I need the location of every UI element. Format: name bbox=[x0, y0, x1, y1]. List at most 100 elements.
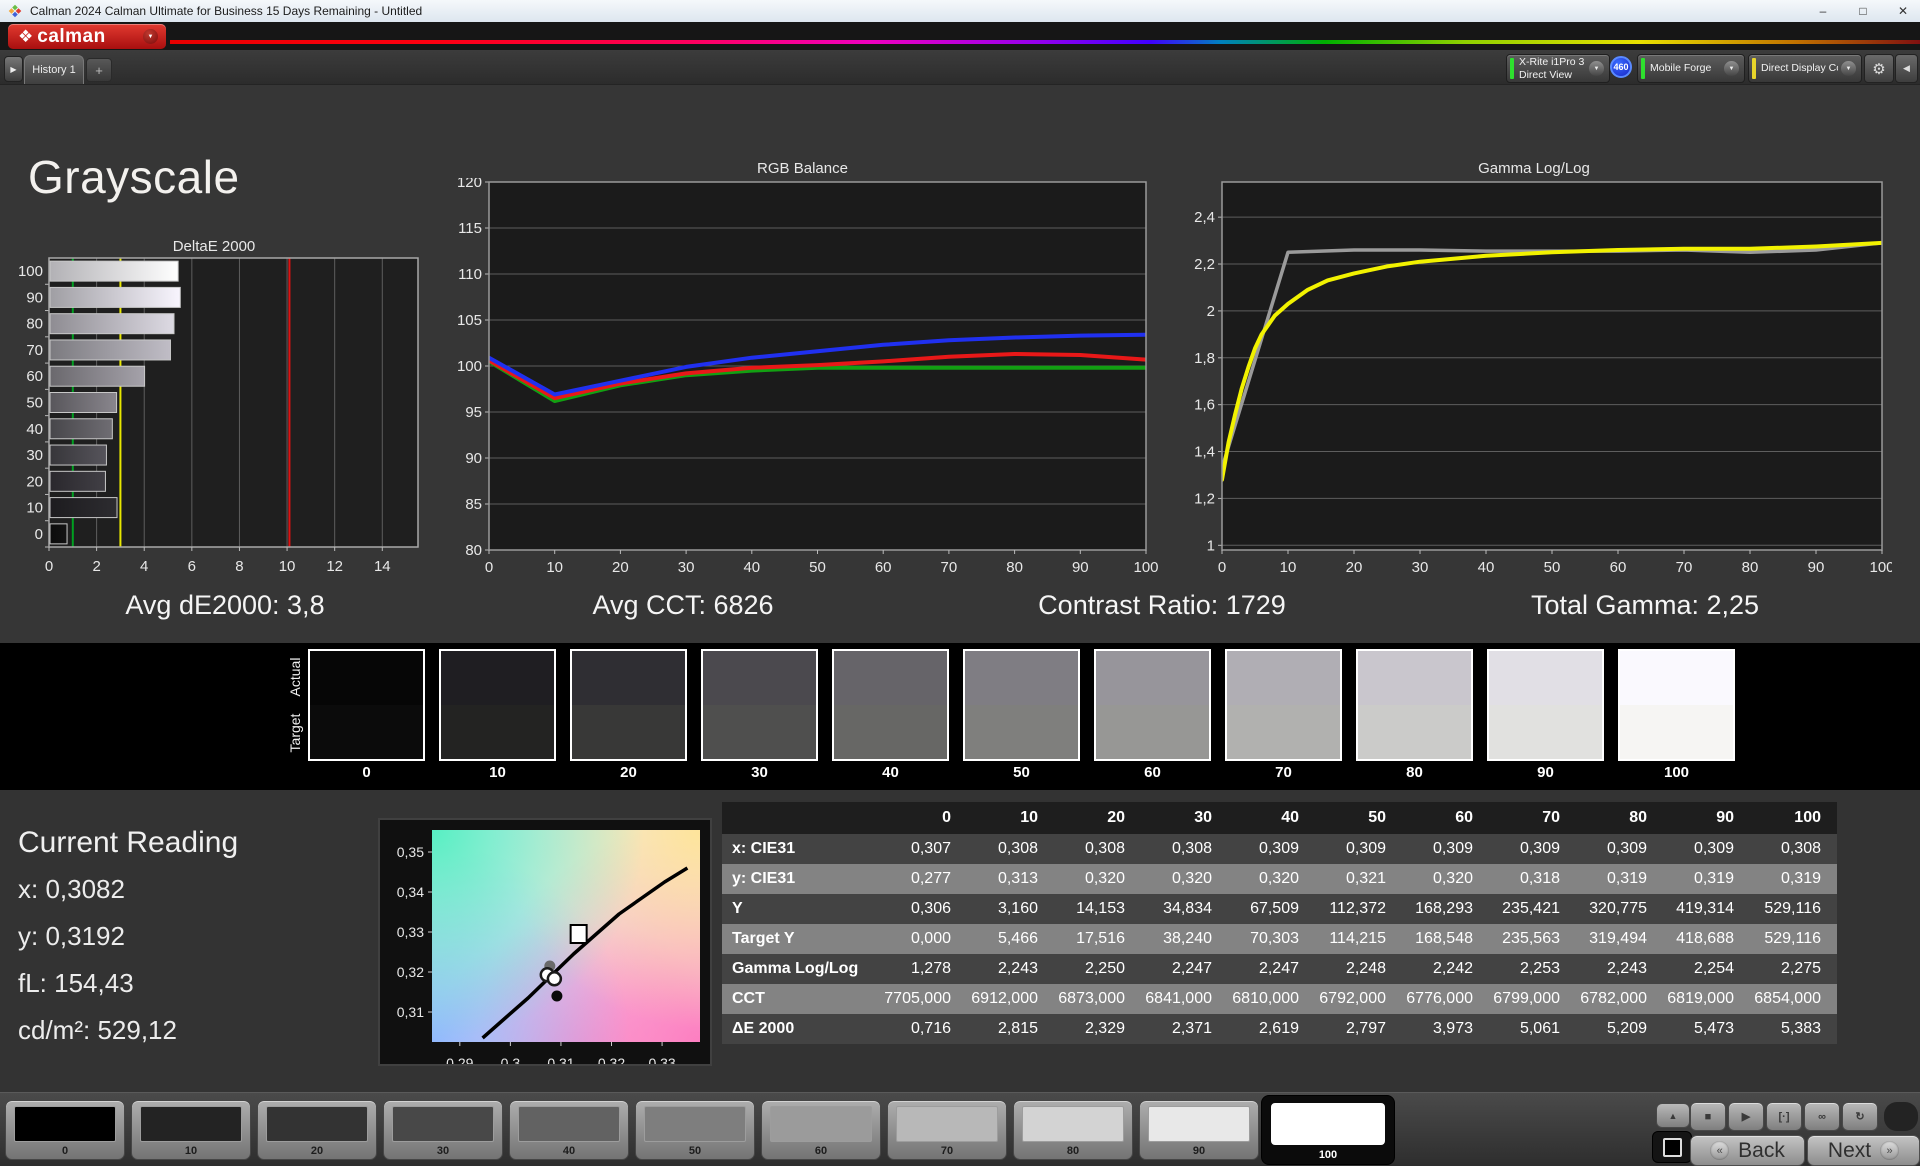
current-reading-x: x: 0,3082 bbox=[18, 874, 125, 904]
table-cell: 0,306 bbox=[880, 894, 967, 924]
svg-text:0,31: 0,31 bbox=[547, 1055, 574, 1064]
pattern-button-100[interactable]: 100 bbox=[1261, 1095, 1395, 1165]
table-cell: 2,253 bbox=[1489, 954, 1576, 984]
table-cell: 2,243 bbox=[1576, 954, 1663, 984]
meter-dropdown-label: X-Rite i1Pro 3 Direct View bbox=[1519, 56, 1585, 81]
close-button[interactable]: ✕ bbox=[1896, 4, 1910, 18]
pattern-button-40[interactable]: 40 bbox=[509, 1100, 629, 1160]
table-cell: 70,303 bbox=[1228, 924, 1315, 954]
svg-text:4: 4 bbox=[140, 558, 148, 575]
svg-text:1,6: 1,6 bbox=[1194, 397, 1215, 414]
calman-window: Calman 2024 Calman Ultimate for Business… bbox=[0, 0, 1920, 1166]
pattern-button-30[interactable]: 30 bbox=[383, 1100, 503, 1160]
pattern-button-0[interactable]: 0 bbox=[5, 1100, 125, 1160]
pattern-size-button[interactable]: [·] bbox=[1766, 1102, 1802, 1131]
refresh-icon: ↻ bbox=[1855, 1111, 1865, 1123]
table-row-label: Gamma Log/Log bbox=[722, 954, 880, 984]
run-button[interactable]: ▶ bbox=[4, 56, 23, 82]
svg-text:50: 50 bbox=[809, 559, 826, 576]
pattern-button-90[interactable]: 90 bbox=[1139, 1100, 1259, 1160]
strip-swatch-100 bbox=[1618, 649, 1735, 761]
settings-button[interactable]: ⚙ bbox=[1864, 54, 1894, 83]
pattern-swatch bbox=[1022, 1106, 1124, 1142]
pattern-swatch bbox=[266, 1106, 368, 1142]
summary-avg-de2000: Avg dE2000: 3,8 bbox=[125, 590, 325, 620]
tab-history[interactable]: History 1 bbox=[24, 55, 84, 84]
pattern-swatch bbox=[140, 1106, 242, 1142]
display-control-dropdown[interactable]: Direct Display Control ▼ bbox=[1748, 54, 1862, 83]
table-cell: 168,293 bbox=[1402, 894, 1489, 924]
calman-menu-button[interactable]: ❖ calman ▼ bbox=[8, 24, 166, 49]
svg-text:70: 70 bbox=[26, 342, 43, 359]
actual-patch bbox=[703, 651, 816, 705]
pattern-button-label: 80 bbox=[1066, 1145, 1080, 1157]
current-reading-title: Current Reading bbox=[18, 826, 239, 859]
table-row-label: Y bbox=[722, 894, 880, 924]
minimize-button[interactable]: – bbox=[1816, 4, 1830, 18]
stop-button[interactable]: ■ bbox=[1690, 1102, 1726, 1131]
deltae-chart-title: DeltaE 2000 bbox=[172, 238, 256, 255]
continuous-read-button[interactable]: ∞ bbox=[1804, 1102, 1840, 1131]
measurement-table: 0 10 20 30 40 50 60 70 80 90 100 x: CIE31 0,307 0,308… bbox=[722, 802, 1837, 1044]
table-cell: 0,320 bbox=[1141, 864, 1228, 894]
svg-text:90: 90 bbox=[465, 450, 482, 467]
table-row-label: x: CIE31 bbox=[722, 834, 880, 864]
table-cell: 6912,000 bbox=[967, 984, 1054, 1014]
pattern-button-70[interactable]: 70 bbox=[887, 1100, 1007, 1160]
target-patch bbox=[1358, 705, 1471, 759]
table-cell: 0,308 bbox=[967, 834, 1054, 864]
actual-patch bbox=[1096, 651, 1209, 705]
pattern-swatch bbox=[770, 1106, 872, 1142]
pattern-button-20[interactable]: 20 bbox=[257, 1100, 377, 1160]
app-icon bbox=[8, 4, 22, 18]
meter-dropdown[interactable]: X-Rite i1Pro 3 Direct View ▼ bbox=[1506, 54, 1610, 83]
table-header-100: 100 bbox=[1750, 802, 1837, 834]
target-patch bbox=[965, 705, 1078, 759]
pattern-window-button[interactable] bbox=[1652, 1131, 1692, 1163]
svg-text:90: 90 bbox=[1072, 559, 1089, 576]
pattern-button-50[interactable]: 50 bbox=[635, 1100, 755, 1160]
table-cell: 2,250 bbox=[1054, 954, 1141, 984]
table-cell: 418,688 bbox=[1663, 924, 1750, 954]
svg-text:0: 0 bbox=[1218, 559, 1226, 576]
chevron-left-icon: ◀ bbox=[1903, 63, 1910, 73]
svg-text:30: 30 bbox=[1412, 559, 1429, 576]
refresh-button[interactable]: ↻ bbox=[1842, 1102, 1878, 1131]
table-cell: 0,277 bbox=[880, 864, 967, 894]
add-tab-button[interactable]: + bbox=[86, 58, 112, 82]
svg-text:14: 14 bbox=[374, 558, 391, 575]
target-patch bbox=[834, 705, 947, 759]
svg-text:40: 40 bbox=[1478, 559, 1495, 576]
table-cell: 0,309 bbox=[1315, 834, 1402, 864]
table-cell: 5,209 bbox=[1576, 1014, 1663, 1044]
table-cell: 6819,000 bbox=[1663, 984, 1750, 1014]
table-cell: 0,318 bbox=[1489, 864, 1576, 894]
actual-patch bbox=[441, 651, 554, 705]
svg-text:30: 30 bbox=[678, 559, 695, 576]
pattern-bar-expand-button[interactable]: ▲ bbox=[1656, 1103, 1690, 1128]
back-button[interactable]: « Back bbox=[1690, 1135, 1805, 1166]
table-header-20: 20 bbox=[1054, 802, 1141, 834]
table-cell: 67,509 bbox=[1228, 894, 1315, 924]
pattern-button-label: 0 bbox=[61, 1145, 69, 1157]
strip-swatch-70 bbox=[1225, 649, 1342, 761]
strip-swatch-label: 50 bbox=[1013, 764, 1030, 781]
table-cell: 6854,000 bbox=[1750, 984, 1837, 1014]
table-cell: 319,494 bbox=[1576, 924, 1663, 954]
collapse-panel-button[interactable]: ◀ bbox=[1895, 54, 1918, 83]
svg-text:2: 2 bbox=[1207, 303, 1215, 320]
play-button[interactable]: ▶ bbox=[1728, 1102, 1764, 1131]
pattern-button-10[interactable]: 10 bbox=[131, 1100, 251, 1160]
table-cell: 7705,000 bbox=[880, 984, 967, 1014]
table-cell: 529,116 bbox=[1750, 924, 1837, 954]
svg-text:100: 100 bbox=[18, 263, 43, 280]
table-cell: 168,548 bbox=[1402, 924, 1489, 954]
maximize-button[interactable]: □ bbox=[1856, 4, 1870, 18]
pattern-button-80[interactable]: 80 bbox=[1013, 1100, 1133, 1160]
next-button[interactable]: Next » bbox=[1807, 1135, 1920, 1166]
svg-text:1,2: 1,2 bbox=[1194, 490, 1215, 507]
table-cell: 2,329 bbox=[1054, 1014, 1141, 1044]
stop-icon: ■ bbox=[1704, 1110, 1712, 1123]
pattern-button-60[interactable]: 60 bbox=[761, 1100, 881, 1160]
pattern-source-dropdown[interactable]: Mobile Forge ▼ bbox=[1637, 54, 1745, 83]
